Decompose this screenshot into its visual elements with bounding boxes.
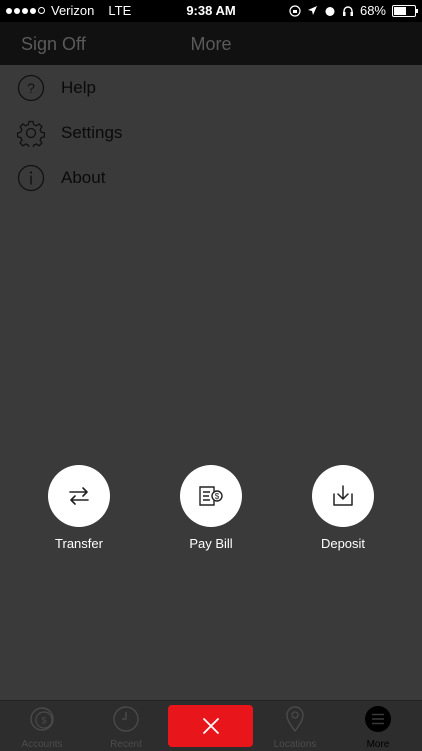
tab-label: Accounts bbox=[21, 739, 63, 750]
orientation-lock-icon bbox=[289, 4, 301, 17]
tab-accounts[interactable]: $ Accounts bbox=[2, 701, 82, 751]
clock-icon bbox=[113, 706, 139, 732]
tab-bar: $ Accounts Recent Locations More bbox=[0, 700, 422, 751]
transfer-circle[interactable] bbox=[48, 465, 110, 527]
action-label: Deposit bbox=[320, 536, 366, 551]
action-label: Pay Bill bbox=[189, 536, 233, 551]
accounts-icon: $ bbox=[30, 707, 54, 731]
pay-bill-button[interactable]: $ Pay Bill bbox=[156, 465, 266, 551]
menu-item-settings[interactable]: Settings bbox=[0, 111, 422, 156]
tab-locations[interactable]: Locations bbox=[255, 701, 335, 751]
gear-icon bbox=[17, 120, 45, 147]
more-menu: ? Help Settings About bbox=[0, 66, 422, 201]
nav-bar: Sign Off More bbox=[0, 22, 422, 65]
menu-icon bbox=[365, 706, 391, 732]
menu-item-label: Settings bbox=[61, 123, 123, 142]
transfer-icon bbox=[69, 487, 89, 505]
battery-percent: 68% bbox=[359, 3, 386, 18]
deposit-circle[interactable] bbox=[312, 465, 374, 527]
status-bar: Verizon LTE 9:38 AM 68% bbox=[0, 0, 422, 22]
deposit-button[interactable]: Deposit bbox=[288, 465, 398, 551]
menu-item-label: Help bbox=[61, 78, 96, 97]
tab-label: Recent bbox=[110, 739, 142, 750]
pay-bill-icon: $ bbox=[199, 486, 223, 506]
svg-text:?: ? bbox=[27, 80, 35, 96]
tab-recent[interactable]: Recent bbox=[86, 701, 166, 751]
transfer-button[interactable]: Transfer bbox=[24, 465, 134, 551]
page-title: More bbox=[190, 34, 232, 54]
action-label: Transfer bbox=[55, 536, 103, 551]
status-right: 68% bbox=[289, 3, 418, 18]
alarm-icon bbox=[325, 6, 335, 16]
battery-icon bbox=[392, 4, 418, 17]
menu-item-about[interactable]: About bbox=[0, 156, 422, 201]
help-icon: ? bbox=[17, 74, 45, 102]
tab-label: Locations bbox=[273, 739, 317, 750]
info-icon bbox=[17, 164, 45, 192]
menu-item-help[interactable]: ? Help bbox=[0, 66, 422, 111]
tab-label: More bbox=[366, 739, 390, 750]
close-button[interactable] bbox=[168, 705, 253, 747]
location-pin-icon bbox=[286, 706, 304, 733]
menu-item-label: About bbox=[61, 168, 106, 187]
svg-text:$: $ bbox=[41, 716, 46, 726]
svg-text:$: $ bbox=[215, 492, 220, 501]
location-arrow-icon bbox=[307, 6, 317, 15]
headphones-icon bbox=[342, 5, 353, 16]
deposit-icon bbox=[333, 485, 353, 506]
close-icon bbox=[202, 718, 219, 734]
pay-bill-circle[interactable]: $ bbox=[180, 465, 242, 527]
tab-more[interactable]: More bbox=[338, 701, 418, 751]
